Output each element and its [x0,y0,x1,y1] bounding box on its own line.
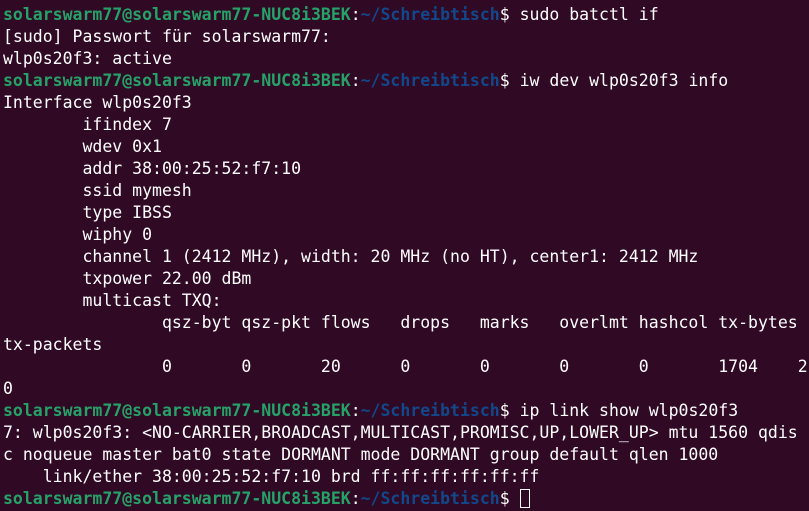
prompt-user-host: solarswarm77@solarswarm77-NUC8i3BEK [3,71,351,90]
prompt-user-host: solarswarm77@solarswarm77-NUC8i3BEK [3,5,351,24]
prompt-dollar: $ [499,71,520,90]
output-line: ifindex 7 [3,115,172,134]
output-line: txpower 22.00 dBm [3,269,252,288]
output-line: type IBSS [3,203,172,222]
terminal-window[interactable]: solarswarm77@solarswarm77-NUC8i3BEK:~/Sc… [0,0,809,511]
prompt-colon: : [350,401,361,420]
output-line: ssid mymesh [3,181,192,200]
output-line: channel 1 (2412 MHz), width: 20 MHz (no … [3,247,699,266]
prompt-line: solarswarm77@solarswarm77-NUC8i3BEK:~/Sc… [3,4,809,26]
output-line: 0 [3,379,13,398]
output-line: link/ether 38:00:25:52:f7:10 brd ff:ff:f… [3,467,540,486]
output-line: multicast TXQ: [3,291,222,310]
output-line: tx-packets [3,335,103,354]
output-line: c noqueue master bat0 state DORMANT mode… [3,445,719,464]
output-line: wdev 0x1 [3,137,162,156]
output-line: qsz-byt qsz-pkt flows drops marks overlm… [3,313,798,332]
prompt-dollar: $ [499,401,520,420]
prompt-line: solarswarm77@solarswarm77-NUC8i3BEK:~/Sc… [3,70,809,92]
output-line: wlp0s20f3: active [3,49,172,68]
output-line: Interface wlp0s20f3 [3,93,192,112]
prompt-user-host: solarswarm77@solarswarm77-NUC8i3BEK [3,489,351,508]
output-line: addr 38:00:25:52:f7:10 [3,159,302,178]
command-text: sudo batctl if [519,5,659,24]
command-text: ip link show wlp0s20f3 [519,401,739,420]
prompt-colon: : [350,489,361,508]
text-cursor [519,489,530,508]
output-line: [sudo] Passwort für solarswarm77: [3,27,331,46]
prompt-colon: : [350,5,361,24]
prompt-path: ~/Schreibtisch [360,71,500,90]
prompt-path: ~/Schreibtisch [360,489,500,508]
prompt-dollar: $ [499,5,520,24]
output-line: 7: wlp0s20f3: <NO-CARRIER,BROADCAST,MULT… [3,423,798,442]
command-text: iw dev wlp0s20f3 info [519,71,729,90]
prompt-path: ~/Schreibtisch [360,401,500,420]
output-line: wiphy 0 [3,225,153,244]
prompt-line-active[interactable]: solarswarm77@solarswarm77-NUC8i3BEK:~/Sc… [3,488,809,510]
output-line: 0 0 20 0 0 0 0 1704 2 [3,357,808,376]
prompt-dollar: $ [499,489,520,508]
prompt-line: solarswarm77@solarswarm77-NUC8i3BEK:~/Sc… [3,400,809,422]
prompt-user-host: solarswarm77@solarswarm77-NUC8i3BEK [3,401,351,420]
prompt-colon: : [350,71,361,90]
prompt-path: ~/Schreibtisch [360,5,500,24]
